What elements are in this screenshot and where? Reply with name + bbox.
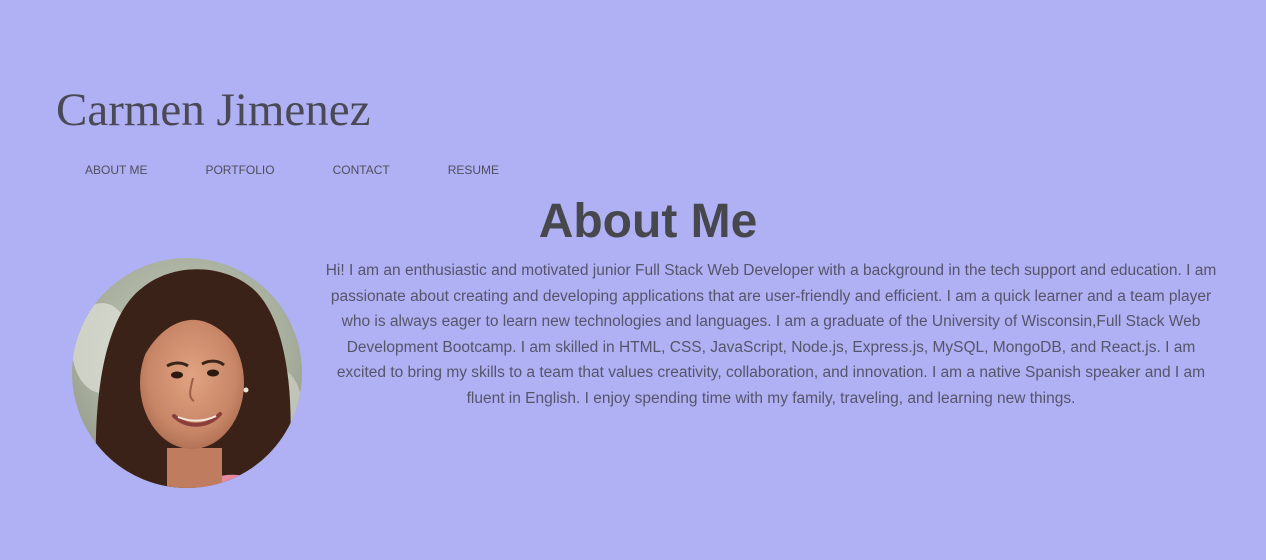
nav-link-portfolio[interactable]: PORTFOLIO — [176, 160, 303, 180]
site-name: Carmen Jimenez — [56, 84, 371, 136]
profile-photo — [72, 258, 302, 488]
nav-item-contact: CONTACT — [304, 160, 419, 180]
main-nav: ABOUT ME PORTFOLIO CONTACT RESUME — [56, 160, 528, 180]
nav-link-resume[interactable]: RESUME — [419, 160, 528, 180]
nav-link-about-me[interactable]: ABOUT ME — [56, 160, 176, 180]
profile-portrait-image — [72, 258, 302, 488]
about-me-heading: About Me — [538, 195, 758, 248]
nav-item-resume: RESUME — [419, 160, 528, 180]
nav-link-contact[interactable]: CONTACT — [304, 160, 419, 180]
nav-item-portfolio: PORTFOLIO — [176, 160, 303, 180]
about-me-bio: Hi! I am an enthusiastic and motivated j… — [325, 262, 1217, 407]
nav-item-about-me: ABOUT ME — [56, 160, 176, 180]
